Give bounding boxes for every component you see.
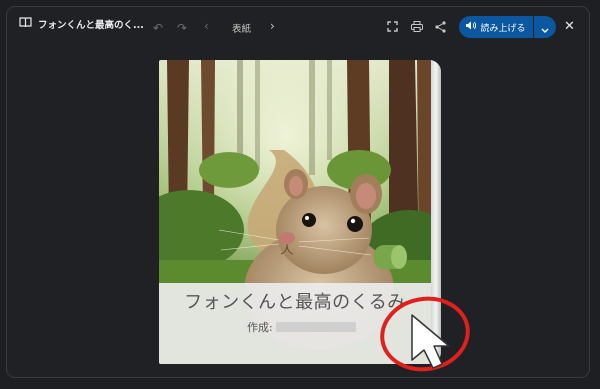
close-icon[interactable]: ✕ [564, 19, 575, 34]
author-row: 作成: [247, 319, 356, 335]
book-spine [431, 60, 441, 364]
share-icon[interactable] [435, 21, 446, 35]
chevron-down-icon [541, 18, 549, 37]
next-page-icon[interactable]: › [270, 20, 275, 32]
redo-icon[interactable]: ↷ [177, 22, 187, 34]
author-label: 作成: [247, 321, 273, 334]
prev-page-icon[interactable]: ‹ [204, 20, 209, 32]
book-cover: フォンくんと最高のくるみ 作成: [159, 60, 441, 364]
document-title: フォンくんと最高のく... [19, 17, 144, 31]
read-aloud-label: 読み上げる [480, 23, 526, 34]
page-label: 表紙 [232, 24, 252, 35]
book-icon [19, 17, 32, 31]
undo-icon[interactable]: ↶ [153, 22, 163, 34]
print-icon[interactable] [411, 21, 423, 34]
read-aloud-options-button[interactable] [534, 16, 556, 38]
cover-title-band: フォンくんと最高のくるみ 作成: [159, 283, 431, 364]
document-title-text: フォンくんと最高のく... [38, 20, 144, 31]
author-name-redacted [275, 322, 356, 332]
book-title: フォンくんと最高のくるみ [184, 292, 406, 313]
read-aloud-button[interactable]: 読み上げる [459, 16, 533, 38]
toolbar: フォンくんと最高のく... ↶ ↷ ‹ 表紙 › 読み上げる ✕ [7, 7, 589, 47]
speaker-icon [466, 21, 477, 33]
fullscreen-icon[interactable] [387, 21, 398, 34]
storybook-viewer: フォンくんと最高のく... ↶ ↷ ‹ 表紙 › 読み上げる ✕ フォンくんと最… [6, 6, 590, 378]
